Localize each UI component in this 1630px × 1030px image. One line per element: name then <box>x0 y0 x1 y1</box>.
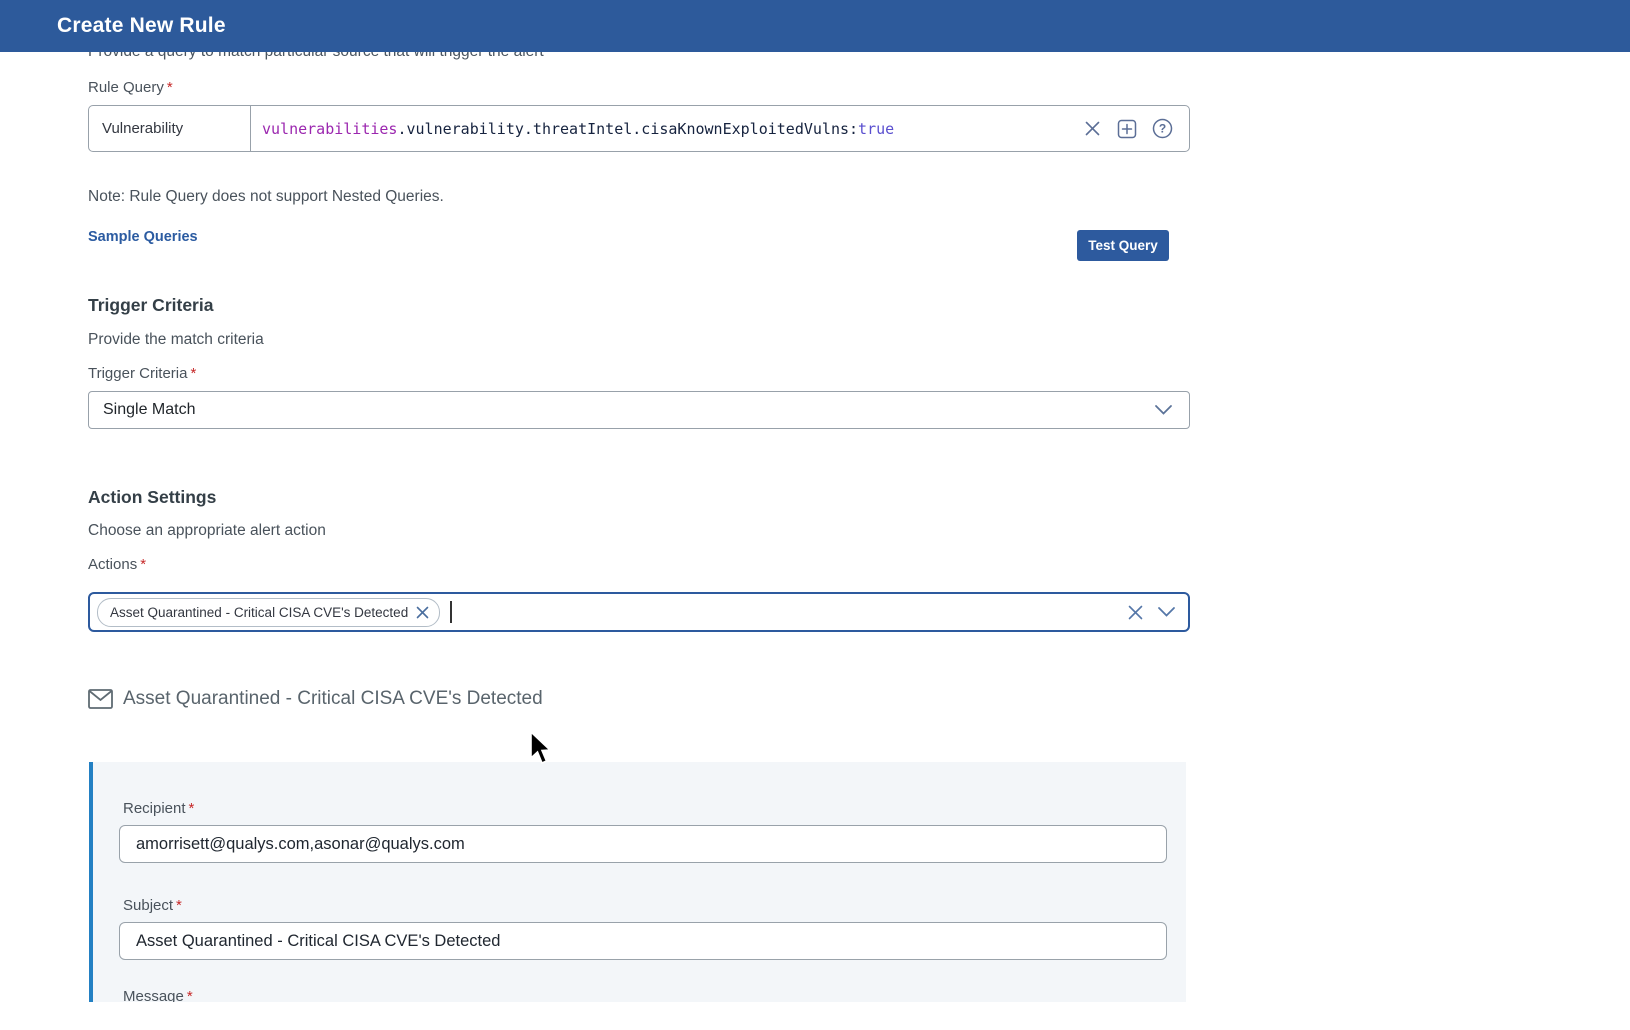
required-asterisk: * <box>190 365 196 382</box>
email-action-title: Asset Quarantined - Critical CISA CVE's … <box>123 688 543 710</box>
query-expression[interactable]: vulnerabilities.vulnerability.threatInte… <box>251 106 1073 151</box>
sample-queries-link[interactable]: Sample Queries <box>88 229 198 245</box>
clear-query-icon[interactable] <box>1083 119 1102 138</box>
add-query-icon[interactable] <box>1117 119 1137 139</box>
rule-query-label: Rule Query* <box>88 79 173 96</box>
help-icon[interactable]: ? <box>1152 118 1173 139</box>
selected-action-chip[interactable]: Asset Quarantined - Critical CISA CVE's … <box>97 598 440 627</box>
query-token-path: .vulnerability.threatIntel.cisaKnownExpl… <box>397 120 858 138</box>
rule-query-input[interactable]: Vulnerability vulnerabilities.vulnerabil… <box>88 105 1190 152</box>
subject-label: Subject* <box>123 897 182 914</box>
required-asterisk: * <box>167 79 173 96</box>
query-toolbar: ? <box>1073 106 1189 151</box>
clear-select-icon[interactable] <box>1127 604 1144 621</box>
svg-text:?: ? <box>1159 122 1166 136</box>
actions-label: Actions* <box>88 556 146 573</box>
nested-query-note: Note: Rule Query does not support Nested… <box>88 188 444 206</box>
trigger-criteria-select[interactable]: Single Match <box>88 391 1190 429</box>
mail-icon <box>88 689 113 709</box>
email-settings-panel: Recipient* Subject* Message* <box>89 762 1186 1002</box>
query-token-value: true <box>858 120 894 138</box>
recipient-input[interactable] <box>119 825 1167 863</box>
action-settings-heading: Action Settings <box>88 487 216 508</box>
chip-label: Asset Quarantined - Critical CISA CVE's … <box>110 605 408 620</box>
recipient-label: Recipient* <box>123 800 194 817</box>
chevron-down-icon <box>1154 404 1173 416</box>
text-caret <box>450 601 452 623</box>
email-action-header: Asset Quarantined - Critical CISA CVE's … <box>88 688 543 710</box>
trigger-criteria-subtitle: Provide the match criteria <box>88 331 264 349</box>
required-asterisk: * <box>140 556 146 573</box>
remove-chip-icon[interactable] <box>416 606 429 619</box>
query-token-field: vulnerabilities <box>262 120 397 138</box>
required-asterisk: * <box>189 800 195 817</box>
create-new-rule-dialog: Create New Rule Provide a query to match… <box>0 0 1630 1030</box>
trigger-criteria-value: Single Match <box>103 401 1154 419</box>
subject-input[interactable] <box>119 922 1167 960</box>
action-settings-subtitle: Choose an appropriate alert action <box>88 522 326 540</box>
dialog-title: Create New Rule <box>57 14 226 38</box>
trigger-criteria-label: Trigger Criteria* <box>88 365 196 382</box>
message-label: Message* <box>123 988 193 1002</box>
chevron-down-icon[interactable] <box>1157 606 1176 618</box>
dialog-header: Create New Rule <box>0 0 1630 52</box>
query-scope-selector[interactable]: Vulnerability <box>89 106 251 151</box>
required-asterisk: * <box>187 988 193 1002</box>
actions-multiselect[interactable]: Asset Quarantined - Critical CISA CVE's … <box>88 592 1190 632</box>
test-query-button[interactable]: Test Query <box>1077 230 1169 261</box>
trigger-criteria-heading: Trigger Criteria <box>88 295 213 316</box>
required-asterisk: * <box>176 897 182 914</box>
